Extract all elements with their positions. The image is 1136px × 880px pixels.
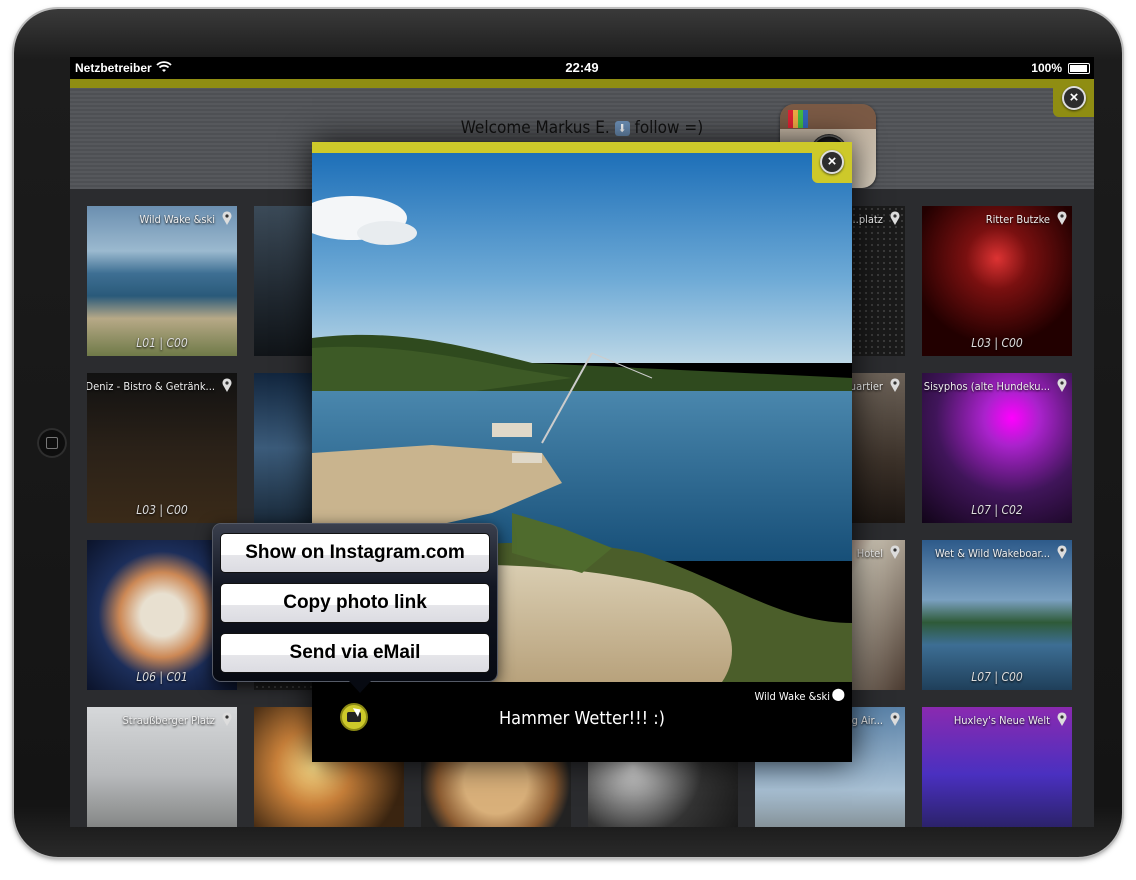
location-pin-icon: ⬤ [831,687,845,701]
battery-icon [1068,63,1090,74]
share-popover: Show on Instagram.com Copy photo link Se… [213,524,497,693]
photo-tile[interactable]: Wild Wake &ski L01 | C00 [87,206,237,356]
tile-location-label: Deniz - Bistro & Getränk... [87,380,215,393]
header-accent-stripe [70,79,1094,88]
home-button[interactable] [37,428,67,458]
tile-code-label: L03 | C00 [136,503,188,517]
tile-code-label: L03 | C00 [971,336,1023,350]
photo-tile[interactable]: Straußberger Platz [87,707,237,827]
battery-percent: 100% [1031,61,1062,75]
location-pin-icon [1057,545,1067,559]
show-on-instagram-button[interactable]: Show on Instagram.com [220,533,490,573]
location-pin-icon [890,545,900,559]
location-pin-icon [1057,712,1067,726]
close-icon: × [820,150,844,174]
tile-code-label: L07 | C02 [971,503,1023,517]
tile-location-label: Huxley's Neue Welt [953,714,1050,727]
tile-location-label: Straußberger Platz [122,714,216,727]
photo-tile[interactable]: Ritter Butzke L03 | C00 [922,206,1072,356]
photo-caption: Hammer Wetter!!! :) [498,708,666,729]
tile-location-label: Wild Wake &ski [139,213,215,226]
download-arrow-icon: ⬇ [614,121,630,136]
welcome-message: Welcome Markus E. ⬇ follow =) [70,118,1094,138]
header-close-button[interactable]: × [1053,79,1094,117]
tile-location-label: Ritter Butzke [985,213,1050,226]
app-screen: Netzbetreiber 22:49 100% Welcome Markus … [70,57,1094,827]
tile-location-label: Hotel [856,547,883,560]
location-pin-icon [890,712,900,726]
location-pin-icon [1057,378,1067,392]
photo-tile[interactable]: Sisyphos (alte Hundeku... L07 | C02 [922,373,1072,523]
tile-location-label: ...platz [849,213,883,226]
welcome-text: Welcome Markus E. [460,118,610,138]
popover-arrow [349,681,371,693]
welcome-suffix: follow =) [634,118,704,138]
tile-location-label: Sisyphos (alte Hundeku... [923,380,1050,393]
copy-photo-link-button[interactable]: Copy photo link [220,583,490,623]
location-pin-icon [1057,211,1067,225]
location-pin-icon [890,378,900,392]
status-bar: Netzbetreiber 22:49 100% [70,57,1094,79]
photo-tile[interactable]: Deniz - Bistro & Getränk... L03 | C00 [87,373,237,523]
photo-tile[interactable]: Huxley's Neue Welt [922,707,1072,827]
tile-code-label: L07 | C00 [971,670,1023,684]
location-pin-icon [222,712,232,726]
tile-location-label: Wet & Wild Wakeboar... [934,547,1050,560]
status-time: 22:49 [565,60,599,75]
location-pin-icon [222,378,232,392]
location-pin-icon [890,211,900,225]
location-pin-icon [222,211,232,225]
tile-code-label: L01 | C00 [136,336,188,350]
modal-location-label: Wild Wake &ski [754,690,830,703]
send-via-email-button[interactable]: Send via eMail [220,633,490,673]
modal-close-button[interactable]: × [812,142,852,183]
close-icon: × [1062,86,1086,110]
ipad-bezel: Netzbetreiber 22:49 100% Welcome Markus … [14,9,1122,857]
photo-tile[interactable]: Wet & Wild Wakeboar... L07 | C00 [922,540,1072,690]
modal-accent-stripe [312,142,852,153]
